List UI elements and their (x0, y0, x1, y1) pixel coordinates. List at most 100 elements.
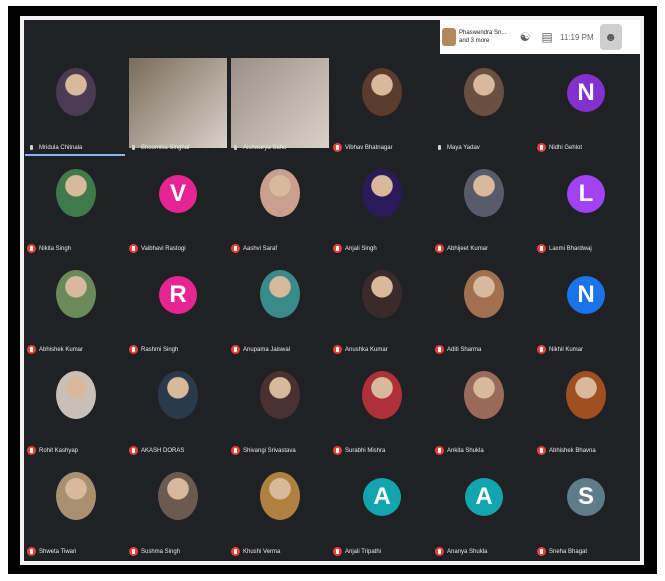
participant-name: Maya Yadav (447, 144, 480, 151)
participant-tile[interactable]: Surabhi Mishra (331, 359, 433, 459)
participant-name-row: Nidhi Gehlot (537, 143, 582, 152)
participant-name: Abhijeet Kumar (447, 245, 489, 252)
participant-name-row: Aditi Sharma (435, 345, 481, 354)
participant-avatar (56, 371, 96, 419)
participant-tile[interactable]: Abhishek Bhavna (535, 359, 637, 459)
participant-tile[interactable]: Aditi Sharma (433, 258, 535, 358)
participant-name: Laxmi Bhardwaj (549, 245, 592, 252)
participant-tile[interactable]: Rohit Kashyap (25, 359, 127, 459)
participant-name: Surabhi Mishra (345, 447, 386, 454)
participant-tile[interactable]: Anjali Singh (331, 157, 433, 257)
participant-tile[interactable]: Nikita Singh (25, 157, 127, 257)
participant-name: Mridula Chitnala (39, 144, 83, 151)
mic-off-icon (129, 345, 138, 354)
mic-off-icon (333, 547, 342, 556)
avatar-letter: L (578, 180, 594, 207)
participant-tile[interactable]: AKASH DORAS (127, 359, 229, 459)
mic-off-icon (435, 345, 444, 354)
participant-tile[interactable]: Aashvi Saraf (229, 157, 331, 257)
mic-off-icon (537, 345, 546, 354)
mic-off-icon (129, 446, 138, 455)
participant-name-row: Maya Yadav (435, 143, 480, 152)
participant-name-row: Nikita Singh (27, 244, 71, 253)
participant-grid: Mridula Chitnala Bhoomika Singhal Aishwary… (24, 54, 640, 561)
participant-tile[interactable]: Mridula Chitnala (25, 56, 127, 156)
participant-tile[interactable]: Maya Yadav (433, 56, 535, 156)
participant-name-row: Nikhil Kumar (537, 345, 583, 354)
participant-avatar: L (567, 175, 605, 213)
participant-tile[interactable]: A Anjali Tripathi (331, 460, 433, 560)
participant-name: Shivangi Srivastava (243, 447, 296, 454)
participant-tile[interactable]: Abhijeet Kumar (433, 157, 535, 257)
participant-avatar (260, 472, 300, 520)
participant-name-row: Anjali Tripathi (333, 547, 381, 556)
participant-tile[interactable]: Ankita Shukla (433, 359, 535, 459)
participant-avatar: N (567, 276, 605, 314)
mic-off-icon (231, 244, 240, 253)
participant-tile[interactable]: A Ananya Shukla (433, 460, 535, 560)
participant-tile[interactable]: Anushka Kumar (331, 258, 433, 358)
mic-off-icon (435, 244, 444, 253)
participant-name-row: Ankita Shukla (435, 446, 484, 455)
participant-avatar (464, 68, 504, 116)
participant-avatar (362, 68, 402, 116)
participant-tile[interactable]: N Nidhi Gehlot (535, 56, 637, 156)
participant-name-row: Anushka Kumar (333, 345, 388, 354)
participant-tile[interactable]: L Laxmi Bhardwaj (535, 157, 637, 257)
participant-name-row: Rashmi Singh (129, 345, 178, 354)
mic-off-icon (537, 244, 546, 253)
participant-name-row: Anupama Jaiswal (231, 345, 290, 354)
mic-icon (231, 143, 240, 152)
participant-avatar (362, 169, 402, 217)
participant-tile[interactable]: V Vaibhavi Rastogi (127, 157, 229, 257)
participant-avatar (158, 371, 198, 419)
participant-name-row: Sushma Singh (129, 547, 180, 556)
meeting-window: Phaswendra Sn... and 3 more ☯ ▤ 11:19 PM… (24, 20, 640, 561)
participant-name-row: Anjali Singh (333, 244, 377, 253)
presenter-name: Phaswendra Sn... (459, 30, 507, 36)
participant-avatar (260, 169, 300, 217)
participant-name-row: Vibhav Bhatnagar (333, 143, 393, 152)
participant-name: Rohit Kashyap (39, 447, 79, 454)
participant-name-row: Rohit Kashyap (27, 446, 78, 455)
mic-off-icon (27, 446, 36, 455)
people-icon[interactable]: ☯ (514, 26, 536, 48)
participant-avatar: A (465, 478, 503, 516)
participant-name: Abhishek Kumar (39, 346, 84, 353)
participant-name: Rashmi Singh (141, 346, 179, 353)
presenter-label: Phaswendra Sn... and 3 more (459, 29, 506, 45)
participant-name-row: Khushi Verma (231, 547, 280, 556)
participant-avatar: S (567, 478, 605, 516)
active-speaker-bar (25, 154, 125, 156)
participant-tile[interactable]: Anupama Jaiswal (229, 258, 331, 358)
participant-avatar (362, 371, 402, 419)
presenter-chip[interactable]: Phaswendra Sn... and 3 more (442, 28, 514, 46)
participant-name-row: Abhishek Bhavna (537, 446, 596, 455)
participant-avatar (464, 169, 504, 217)
participant-avatar (260, 270, 300, 318)
participant-tile[interactable]: Shivangi Srivastava (229, 359, 331, 459)
participant-tile[interactable]: Aishwarya Sahu (229, 56, 331, 156)
participant-name: Nikhil Kumar (549, 346, 584, 353)
participant-avatar (464, 270, 504, 318)
participant-name: Nikita Singh (39, 245, 72, 252)
participant-tile[interactable]: Shweta Tiwari (25, 460, 127, 560)
participant-tile[interactable]: Abhishek Kumar (25, 258, 127, 358)
participant-tile[interactable]: Khushi Verma (229, 460, 331, 560)
participant-tile[interactable]: S Sneha Bhagat (535, 460, 637, 560)
participant-name-row: Aashvi Saraf (231, 244, 277, 253)
participant-tile[interactable]: N Nikhil Kumar (535, 258, 637, 358)
user-icon[interactable]: ☻ (599, 24, 622, 50)
top-bar: Phaswendra Sn... and 3 more ☯ ▤ 11:19 PM… (440, 20, 640, 54)
participant-avatar (464, 371, 504, 419)
participant-tile[interactable]: R Rashmi Singh (127, 258, 229, 358)
participant-avatar (260, 371, 300, 419)
participant-name: Aishwarya Sahu (243, 144, 287, 151)
participant-tile[interactable]: Sushma Singh (127, 460, 229, 560)
participant-tile[interactable]: Vibhav Bhatnagar (331, 56, 433, 156)
participant-name-row: Mridula Chitnala (27, 143, 82, 152)
participant-avatar (56, 472, 96, 520)
chat-icon[interactable]: ▤ (536, 26, 558, 48)
participant-name: Shweta Tiwari (39, 548, 77, 555)
participant-tile[interactable]: Bhoomika Singhal (127, 56, 229, 156)
